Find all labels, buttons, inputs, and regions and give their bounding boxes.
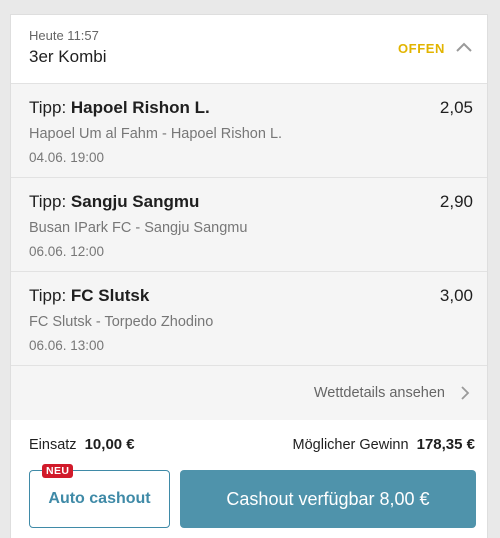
possible-win: Möglicher Gewinn 178,35 € xyxy=(293,436,475,453)
auto-cashout-button[interactable]: NEU Auto cashout xyxy=(29,464,170,528)
win-value: 178,35 € xyxy=(416,436,475,453)
new-badge: NEU xyxy=(42,464,74,478)
tip-selection-name: Hapoel Rishon L. xyxy=(70,98,210,117)
tip-date: 06.06. 12:00 xyxy=(29,244,105,259)
tip-row: Tipp: FC Slutsk 3,00 FC Slutsk - Torpedo… xyxy=(11,272,487,366)
bet-time: Heute 11:57 xyxy=(29,28,99,43)
chevron-up-icon[interactable] xyxy=(455,40,473,54)
tip-prefix: Tipp: xyxy=(29,286,67,305)
win-label: Möglicher Gewinn xyxy=(292,437,409,453)
tip-match: Hapoel Um al Fahm - Hapoel Rishon L. xyxy=(29,126,283,142)
tip-selection-name: Sangju Sangmu xyxy=(70,192,200,211)
tip-odds: 2,90 xyxy=(439,192,473,211)
tip-selection-name: FC Slutsk xyxy=(70,286,150,305)
tip-prefix: Tipp: xyxy=(29,192,67,211)
details-row[interactable]: Wettdetails ansehen xyxy=(11,366,487,421)
tip-match: FC Slutsk - Torpedo Zhodino xyxy=(29,314,214,330)
bet-title: 3er Kombi xyxy=(29,47,107,66)
tip-selection: Tipp: FC Slutsk xyxy=(29,286,149,306)
cashout-button[interactable]: Cashout verfügbar 8,00 € xyxy=(180,470,476,528)
stake-value: 10,00 € xyxy=(84,436,135,453)
tip-match: Busan IPark FC - Sangju Sangmu xyxy=(29,220,248,236)
tip-date: 06.06. 13:00 xyxy=(29,338,105,353)
bet-footer: Einsatz 10,00 € Möglicher Gewinn 178,35 … xyxy=(11,420,487,538)
tip-row: Tipp: Sangju Sangmu 2,90 Busan IPark FC … xyxy=(11,178,487,272)
tip-selection: Tipp: Sangju Sangmu xyxy=(29,192,199,212)
details-link[interactable]: Wettdetails ansehen xyxy=(314,385,445,401)
tip-date: 04.06. 19:00 xyxy=(29,150,105,165)
bet-header[interactable]: Heute 11:57 3er Kombi OFFEN xyxy=(11,15,487,84)
status-badge: OFFEN xyxy=(397,41,445,56)
stake-label: Einsatz xyxy=(29,437,77,453)
tip-odds: 3,00 xyxy=(439,286,473,305)
tip-selection: Tipp: Hapoel Rishon L. xyxy=(29,98,210,118)
cashout-label: Cashout verfügbar 8,00 € xyxy=(226,488,430,509)
chevron-right-icon[interactable] xyxy=(459,385,471,401)
tip-prefix: Tipp: xyxy=(29,98,67,117)
bet-card: Heute 11:57 3er Kombi OFFEN Tipp: Hapoel… xyxy=(10,14,488,538)
tip-odds: 2,05 xyxy=(439,98,473,117)
auto-cashout-label: Auto cashout xyxy=(48,490,151,507)
stake: Einsatz 10,00 € xyxy=(29,436,135,453)
tip-row: Tipp: Hapoel Rishon L. 2,05 Hapoel Um al… xyxy=(11,84,487,178)
